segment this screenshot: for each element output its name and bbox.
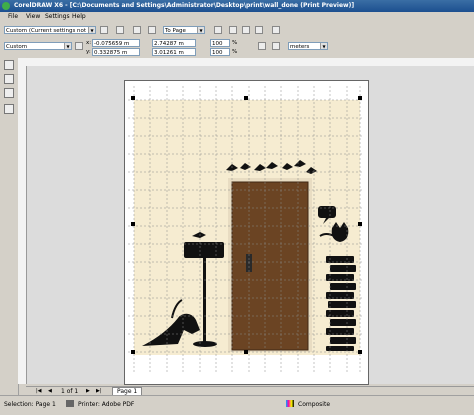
bird-3 (254, 164, 266, 171)
printer-icon (66, 400, 74, 407)
status-bar: Selection: Page 1 Printer: Adobe PDF Com… (0, 395, 474, 415)
prev-page-icon[interactable]: ◀ (48, 388, 52, 394)
signpost-sign (184, 242, 224, 258)
selection-handle[interactable] (131, 350, 135, 354)
bird-6 (294, 160, 306, 167)
selection-handle[interactable] (358, 350, 362, 354)
page-count: 1 of 1 (61, 388, 79, 395)
bird-7 (306, 167, 317, 174)
book-stack (326, 256, 356, 351)
cat-silhouette (331, 222, 349, 242)
selection-handle[interactable] (358, 96, 362, 100)
selection-handle[interactable] (358, 222, 362, 226)
selection-handle[interactable] (131, 222, 135, 226)
printer-status: Printer: Adobe PDF (78, 401, 135, 408)
next-page-icon[interactable]: ▶ (86, 388, 90, 394)
wallpaper-artwork (128, 86, 364, 372)
color-mode-status: Composite (298, 401, 331, 408)
selection-handle[interactable] (244, 96, 248, 100)
color-mode-icon (286, 400, 294, 407)
door (232, 182, 308, 350)
selection-status: Selection: Page 1 (4, 401, 56, 408)
dog-tail (171, 299, 183, 319)
signpost-base (193, 341, 217, 347)
bird-5 (282, 163, 293, 170)
selection-handle[interactable] (131, 96, 135, 100)
selection-handle[interactable] (244, 350, 248, 354)
signpost-pole (203, 258, 206, 344)
bird-on-sign (192, 232, 206, 238)
bird-4 (266, 162, 278, 169)
first-page-icon[interactable]: |◀ (36, 388, 42, 394)
dog-silhouette (142, 313, 200, 346)
speech-bubble-tail (323, 218, 329, 224)
cat-tail (319, 233, 335, 237)
last-page-icon[interactable]: ▶| (96, 388, 102, 394)
bird-2 (240, 163, 251, 170)
